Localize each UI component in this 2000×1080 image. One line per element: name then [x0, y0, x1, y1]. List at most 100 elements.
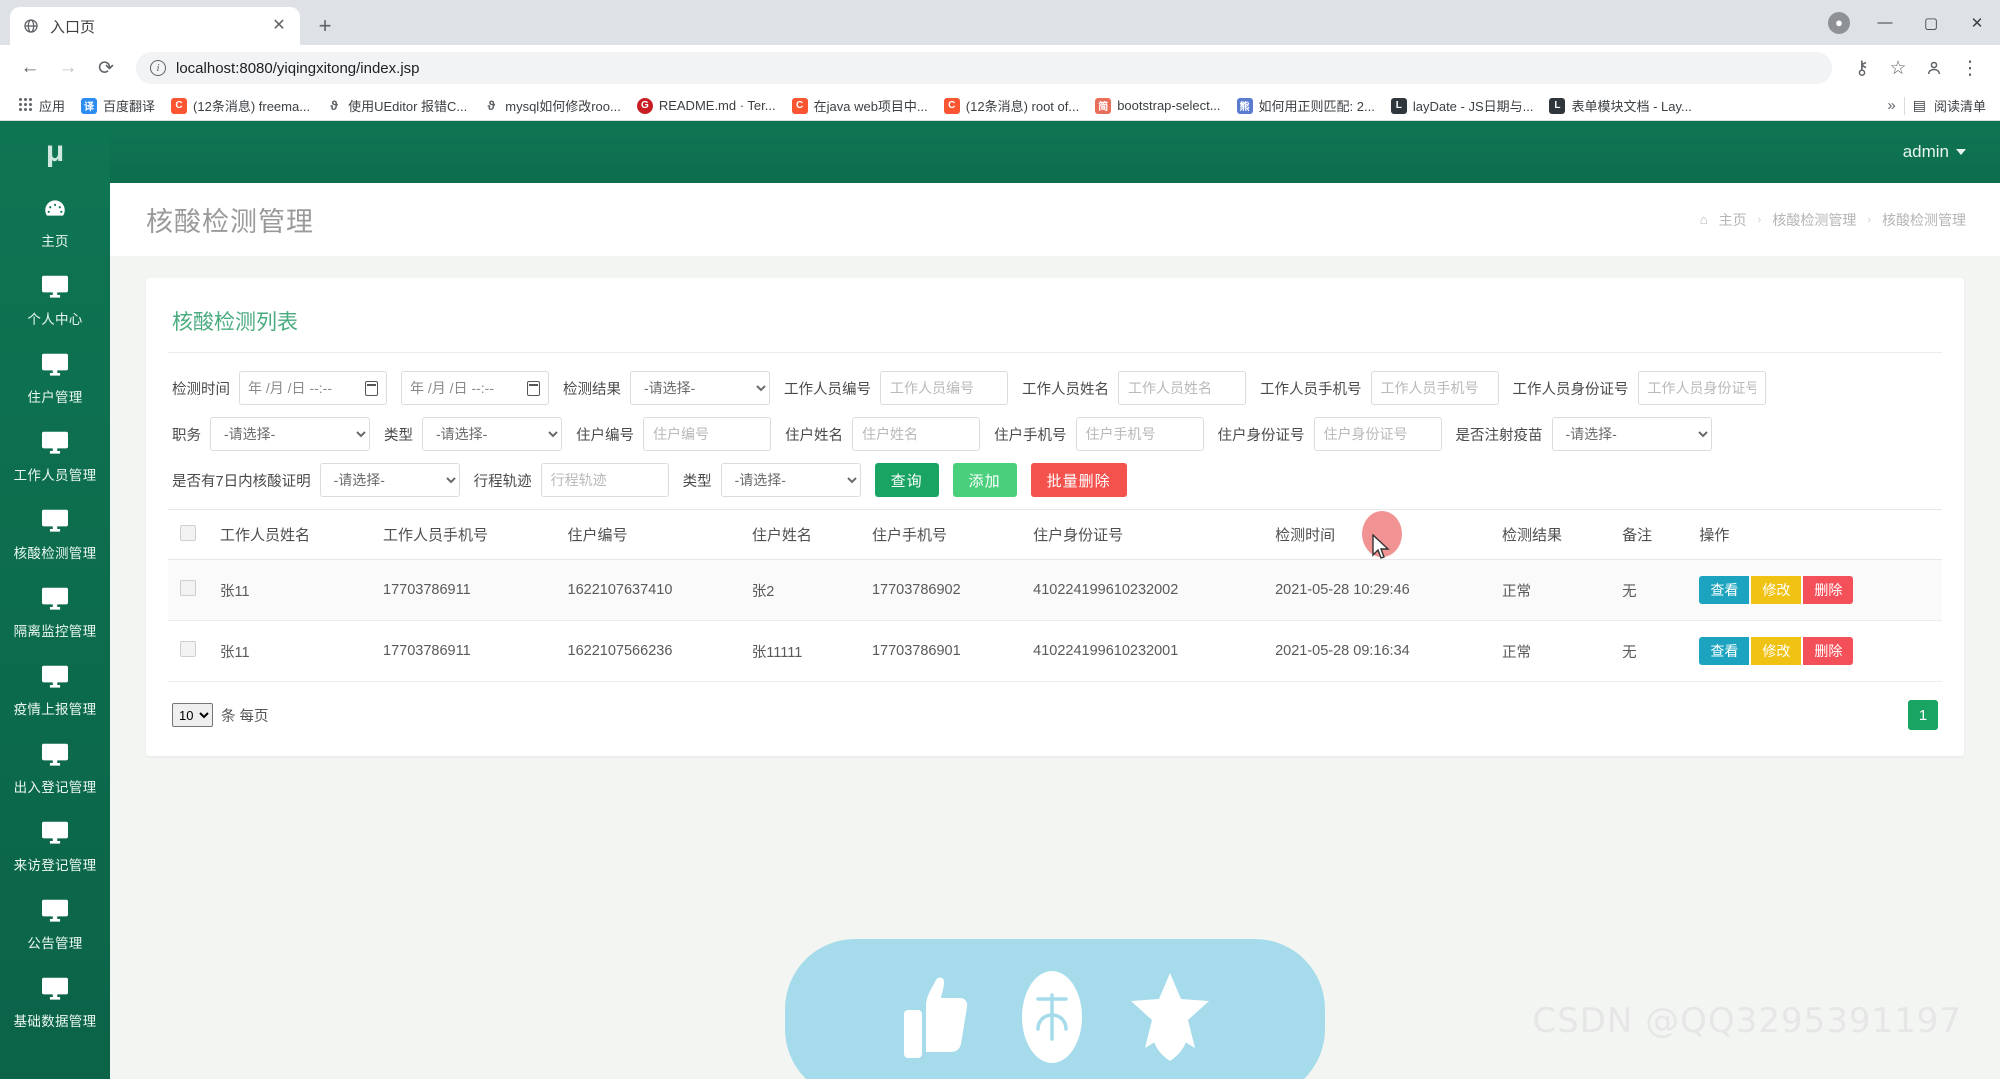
- sidebar-item-basic-data-management[interactable]: 基础数据管理: [0, 963, 110, 1041]
- key-icon[interactable]: ⚷: [1846, 52, 1878, 84]
- profile-avatar-icon[interactable]: [1918, 52, 1950, 84]
- record-indicator-icon[interactable]: ●: [1816, 0, 1862, 45]
- per-page-select[interactable]: 10: [172, 703, 213, 727]
- label-staff-name: 工作人员姓名: [1022, 381, 1109, 398]
- table-row[interactable]: 张11 17703786911 1622107566236 张11111 177…: [168, 620, 1942, 682]
- resident-id-input[interactable]: [1313, 417, 1442, 451]
- travel-track-input[interactable]: [540, 463, 669, 497]
- sidebar-item-entry-exit-registration[interactable]: 出入登记管理: [0, 729, 110, 807]
- sidebar-item-home[interactable]: 主页: [0, 183, 110, 261]
- vaccinated-select[interactable]: -请选择-: [1551, 417, 1712, 451]
- delete-button[interactable]: 删除: [1803, 576, 1854, 604]
- minimize-button[interactable]: —: [1862, 0, 1908, 45]
- has-7day-cert-select[interactable]: -请选择-: [319, 463, 460, 497]
- bookmark-item[interactable]: C (12条消息) root of...: [937, 93, 1086, 118]
- resident-name-input[interactable]: [852, 417, 980, 451]
- home-icon: ⌂: [1699, 212, 1708, 227]
- bookmarks-overflow-icon[interactable]: »: [1887, 97, 1895, 114]
- bookmark-label: README.md · Ter...: [658, 98, 776, 113]
- bookmark-item[interactable]: L layDate - JS日期与...: [1384, 93, 1541, 118]
- type-2-select[interactable]: -请选择-: [720, 463, 861, 497]
- cell-resident-id: 410224199610232002: [1021, 559, 1264, 621]
- back-button[interactable]: ←: [14, 52, 46, 84]
- row-checkbox[interactable]: [180, 641, 196, 657]
- bookmark-item[interactable]: 简 bootstrap-select...: [1088, 95, 1227, 117]
- user-menu[interactable]: admin: [1903, 142, 1966, 162]
- breadcrumb-item[interactable]: 主页: [1719, 210, 1747, 230]
- sidebar-item-label: 住户管理: [27, 390, 83, 405]
- browser-tab[interactable]: 入口页 ✕: [10, 7, 300, 45]
- page-number-button[interactable]: 1: [1908, 700, 1938, 730]
- row-checkbox[interactable]: [180, 580, 196, 596]
- resident-no-input[interactable]: [643, 417, 771, 451]
- site-info-icon[interactable]: i: [150, 60, 166, 76]
- bookmark-label: 在java web项目中...: [813, 99, 928, 114]
- calendar-icon[interactable]: [527, 380, 540, 396]
- sidebar-item-nucleic-test-management[interactable]: 核酸检测管理: [0, 495, 110, 573]
- coin-icon[interactable]: [1020, 969, 1084, 1070]
- app-logo[interactable]: μ: [0, 121, 110, 183]
- bookmark-item[interactable]: 译 百度翻译: [74, 93, 162, 118]
- maximize-button[interactable]: ▢: [1908, 0, 1954, 45]
- resident-phone-input[interactable]: [1075, 417, 1204, 451]
- column-header: 住户姓名: [739, 509, 860, 560]
- close-icon[interactable]: ✕: [270, 18, 288, 34]
- bookmark-label: 百度翻译: [103, 99, 156, 114]
- staff-phone-input[interactable]: [1370, 371, 1499, 405]
- calendar-icon[interactable]: [365, 380, 378, 396]
- browser-menu-icon[interactable]: ⋮: [1954, 52, 1986, 84]
- sidebar-item-resident-management[interactable]: 住户管理: [0, 339, 110, 417]
- chevron-right-icon: ›: [1757, 213, 1762, 226]
- bookmark-item[interactable]: ϑ 使用UEditor 报错C...: [319, 93, 474, 118]
- table-row[interactable]: 张11 17703786911 1622107637410 张2 1770378…: [168, 559, 1942, 621]
- address-bar[interactable]: i localhost:8080/yiqingxitong/index.jsp: [136, 52, 1832, 84]
- bookmark-item[interactable]: C 在java web项目中...: [785, 93, 935, 118]
- edit-button[interactable]: 修改: [1751, 637, 1802, 665]
- test-time-end-input[interactable]: 年 /月 /日 --:--: [401, 371, 549, 405]
- delete-button[interactable]: 删除: [1803, 637, 1854, 665]
- view-button[interactable]: 查看: [1699, 576, 1750, 604]
- star-icon[interactable]: [1130, 971, 1210, 1068]
- select-all-checkbox[interactable]: [180, 524, 196, 541]
- type-select[interactable]: -请选择-: [422, 417, 562, 451]
- new-tab-button[interactable]: +: [308, 9, 342, 43]
- edit-button[interactable]: 修改: [1751, 576, 1802, 604]
- view-button[interactable]: 查看: [1699, 637, 1750, 665]
- thumbs-up-icon[interactable]: [900, 972, 974, 1067]
- cell-test-result: 正常: [1489, 620, 1611, 682]
- bookmark-item[interactable]: L 表单模块文档 - Lay...: [1542, 93, 1698, 118]
- sidebar-item-epidemic-report-management[interactable]: 疫情上报管理: [0, 651, 110, 729]
- staff-id-input[interactable]: [1637, 371, 1766, 405]
- bookmarks-bar: 应用 译 百度翻译 C (12条消息) freema... ϑ 使用UEdito…: [0, 91, 2000, 121]
- breadcrumb: ⌂ 主页 › 核酸检测管理 › 核酸检测管理: [1700, 210, 1966, 230]
- reload-button[interactable]: ⟳: [90, 52, 122, 84]
- reading-list-label[interactable]: 阅读清单: [1934, 96, 1986, 115]
- sidebar-item-personal-center[interactable]: 个人中心: [0, 261, 110, 339]
- forward-button[interactable]: →: [52, 52, 84, 84]
- bookmark-item[interactable]: 应用: [10, 93, 72, 118]
- sidebar-item-visitor-registration[interactable]: 来访登记管理: [0, 807, 110, 885]
- bookmark-item[interactable]: C (12条消息) freema...: [164, 93, 317, 118]
- window-close-button[interactable]: ✕: [1954, 0, 2000, 45]
- monitor-icon: [40, 898, 70, 924]
- sidebar-item-staff-management[interactable]: 工作人员管理: [0, 417, 110, 495]
- sidebar-item-quarantine-monitor-management[interactable]: 隔离监控管理: [0, 573, 110, 651]
- batch-delete-button[interactable]: 批量删除: [1030, 463, 1127, 497]
- bookmark-item[interactable]: G README.md · Ter...: [630, 95, 783, 117]
- bookmark-label: mysql如何修改roo...: [505, 99, 621, 114]
- query-button[interactable]: 查询: [874, 463, 939, 497]
- test-result-select[interactable]: -请选择-: [630, 371, 770, 405]
- reading-list-icon[interactable]: ▤: [1913, 97, 1926, 114]
- sidebar-item-announcement-management[interactable]: 公告管理: [0, 885, 110, 963]
- bookmark-item[interactable]: 熊 如何用正则匹配: 2...: [1230, 93, 1382, 118]
- add-button[interactable]: 添加: [952, 463, 1017, 497]
- bookmark-star-icon[interactable]: ☆: [1882, 52, 1914, 84]
- staff-name-input[interactable]: [1118, 371, 1246, 405]
- test-time-start-input[interactable]: 年 /月 /日 --:--: [239, 371, 387, 405]
- window-controls: ● — ▢ ✕: [1816, 0, 2000, 45]
- breadcrumb-item[interactable]: 核酸检测管理: [1772, 210, 1856, 230]
- staff-no-input[interactable]: [880, 371, 1008, 405]
- duty-select[interactable]: -请选择-: [210, 417, 370, 451]
- bookmark-item[interactable]: ϑ mysql如何修改roo...: [476, 93, 628, 118]
- csdn-icon: C: [171, 97, 188, 114]
